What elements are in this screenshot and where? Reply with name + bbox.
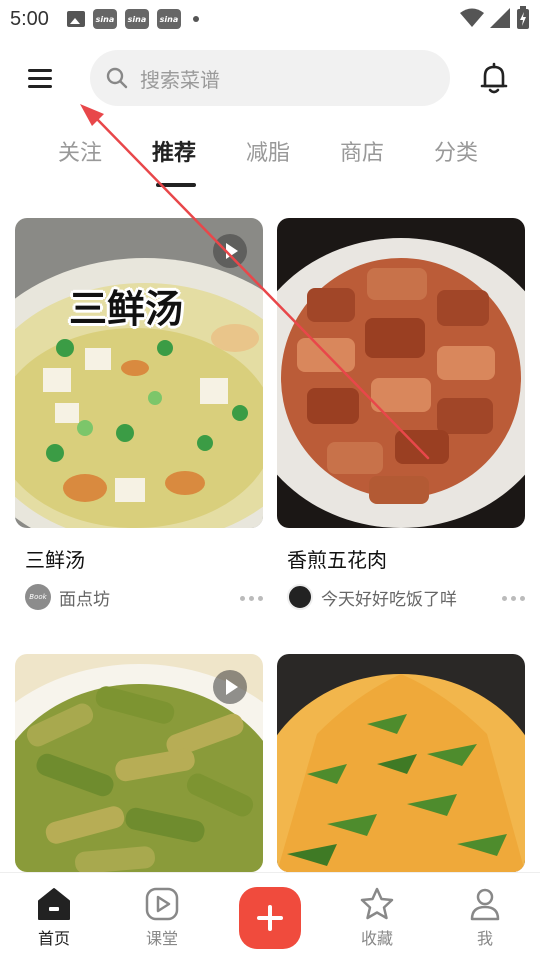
author-avatar bbox=[287, 584, 313, 610]
recipe-author[interactable]: Book 面点坊 bbox=[25, 584, 110, 610]
tab-recommend[interactable]: 推荐 bbox=[152, 135, 196, 167]
nav-profile[interactable]: 我 bbox=[450, 887, 520, 949]
nav-classroom[interactable]: 课堂 bbox=[127, 887, 197, 949]
plus-icon bbox=[257, 905, 283, 931]
bottom-navigation: 首页 课堂 收藏 我 bbox=[0, 872, 540, 960]
nav-home[interactable]: 首页 bbox=[19, 887, 89, 949]
battery-icon bbox=[517, 6, 529, 29]
play-square-icon bbox=[145, 887, 179, 921]
tab-fat-loss[interactable]: 减脂 bbox=[246, 135, 290, 167]
more-notifications-dot bbox=[192, 16, 199, 22]
recipe-title: 三鲜汤 bbox=[25, 548, 85, 572]
bell-icon bbox=[480, 62, 508, 94]
header: 搜索菜谱 bbox=[0, 48, 540, 108]
notification-button[interactable] bbox=[476, 60, 512, 96]
tab-active-indicator bbox=[156, 183, 196, 187]
author-avatar: Book bbox=[25, 584, 51, 610]
sina-notification-icon: sina bbox=[92, 9, 117, 29]
home-icon bbox=[38, 888, 70, 920]
recipe-image bbox=[15, 654, 263, 872]
recipe-image-caption: 三鲜汤 bbox=[69, 287, 184, 331]
status-time: 5:00 bbox=[10, 7, 49, 30]
nav-label: 我 bbox=[476, 929, 493, 948]
recipe-image: 三鲜汤 bbox=[15, 218, 263, 528]
sina-notification-icon: sina bbox=[156, 9, 181, 29]
tab-categories[interactable]: 分类 bbox=[434, 135, 478, 167]
star-icon bbox=[360, 887, 394, 920]
menu-icon-bar bbox=[28, 84, 52, 88]
recipe-author[interactable]: 今天好好吃饭了咩 bbox=[287, 584, 457, 610]
user-icon bbox=[470, 888, 500, 921]
video-play-icon bbox=[213, 234, 247, 268]
search-icon bbox=[106, 67, 128, 89]
sina-notification-icon: sina bbox=[124, 9, 149, 29]
wifi-icon bbox=[460, 8, 484, 27]
nav-favorites[interactable]: 收藏 bbox=[342, 887, 412, 949]
search-input[interactable]: 搜索菜谱 bbox=[90, 50, 450, 106]
avatar-text: Book bbox=[29, 593, 47, 601]
more-options-icon[interactable] bbox=[502, 596, 525, 601]
more-options-icon[interactable] bbox=[240, 596, 263, 601]
category-tabs: 关注 推荐 减脂 商店 分类 bbox=[0, 135, 540, 191]
image-notification-icon bbox=[66, 11, 85, 27]
video-play-icon bbox=[213, 670, 247, 704]
author-name: 面点坊 bbox=[59, 589, 110, 610]
nav-label: 首页 bbox=[37, 929, 70, 948]
recipe-title: 香煎五花肉 bbox=[287, 548, 387, 572]
status-notifications: sina sina sina bbox=[66, 9, 199, 29]
tab-store[interactable]: 商店 bbox=[340, 135, 384, 167]
nav-label: 收藏 bbox=[360, 929, 393, 948]
menu-icon-bar bbox=[28, 68, 52, 72]
search-placeholder: 搜索菜谱 bbox=[140, 67, 220, 92]
recipe-image bbox=[277, 218, 525, 528]
tab-follow[interactable]: 关注 bbox=[58, 135, 102, 167]
author-name: 今天好好吃饭了咩 bbox=[321, 589, 457, 610]
status-right bbox=[460, 6, 530, 30]
add-recipe-button[interactable] bbox=[239, 887, 301, 949]
menu-button[interactable] bbox=[28, 62, 62, 94]
menu-icon-bar bbox=[28, 76, 52, 80]
recipe-image bbox=[277, 654, 525, 872]
nav-label: 课堂 bbox=[145, 929, 178, 948]
status-bar: 5:00 sina sina sina bbox=[0, 0, 540, 38]
signal-icon bbox=[490, 8, 510, 28]
